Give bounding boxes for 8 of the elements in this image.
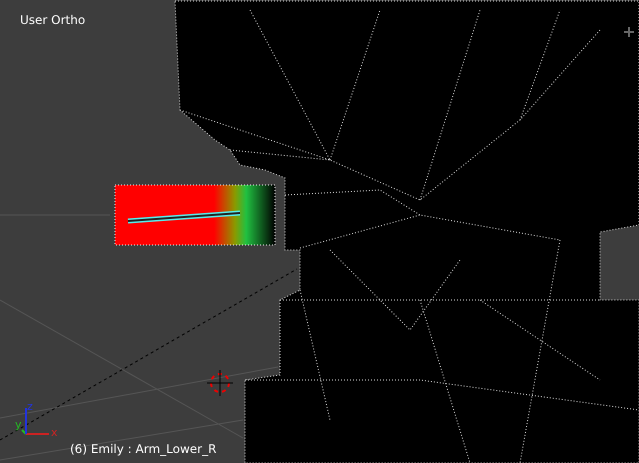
axis-label: y	[15, 418, 22, 431]
axis-label: z	[27, 400, 33, 413]
axis-label: x	[51, 426, 58, 439]
axis-gizmo-icon	[21, 408, 49, 435]
object-status-text: (6) Emily : Arm_Lower_R	[70, 441, 216, 458]
viewport-title: User Ortho	[20, 12, 86, 29]
plus-icon[interactable]	[624, 27, 634, 37]
3d-cursor-icon	[206, 370, 234, 396]
